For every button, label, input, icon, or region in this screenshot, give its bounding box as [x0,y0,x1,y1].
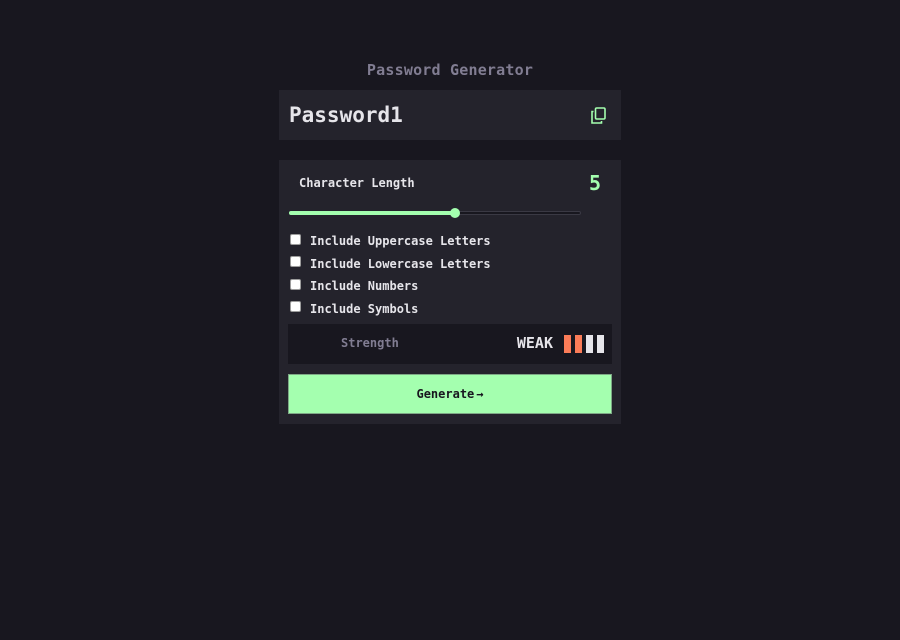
length-label: Character Length [299,176,415,190]
option-label: Include Lowercase Letters [310,256,491,271]
uppercase-checkbox[interactable] [290,233,301,245]
page: Password Generator Password1 Character L… [0,0,900,640]
slider-thumb[interactable] [450,208,461,218]
app-title: Password Generator [366,61,534,79]
strength-label: Strength [341,336,399,350]
settings-panel: Character Length 5 Include Uppercase Let… [279,160,621,424]
copy-icon[interactable] [587,104,609,126]
slider-fill [289,211,456,215]
password-text: Password1 [289,103,403,127]
symbols-checkbox[interactable] [290,301,301,313]
strength-bars [564,335,604,353]
option-label: Include Uppercase Letters [310,234,491,249]
generate-button[interactable]: Generate → [288,374,612,414]
strength-bar [575,335,582,353]
generate-label: Generate [416,387,475,401]
strength-bar [597,335,604,353]
strength-bar [564,335,571,353]
option-uppercase[interactable]: Include Uppercase Letters [290,230,491,253]
option-label: Include Symbols [310,301,419,316]
numbers-checkbox[interactable] [290,278,301,290]
copy-icon-svg [590,106,606,124]
option-lowercase[interactable]: Include Lowercase Letters [290,253,491,276]
option-label: Include Numbers [310,279,419,294]
password-display: Password1 [279,90,621,140]
strength-value: WEAK [516,334,553,352]
length-slider[interactable] [289,208,581,218]
strength-bar [586,335,593,353]
arrow-right-icon: → [476,387,484,401]
option-symbols[interactable]: Include Symbols [290,298,491,321]
length-row: Character Length 5 [299,170,601,196]
strength-meter: Strength WEAK [288,324,612,364]
length-value: 5 [588,171,601,195]
options-list: Include Uppercase Letters Include Lowerc… [290,230,491,320]
lowercase-checkbox[interactable] [290,256,301,268]
option-numbers[interactable]: Include Numbers [290,275,491,298]
